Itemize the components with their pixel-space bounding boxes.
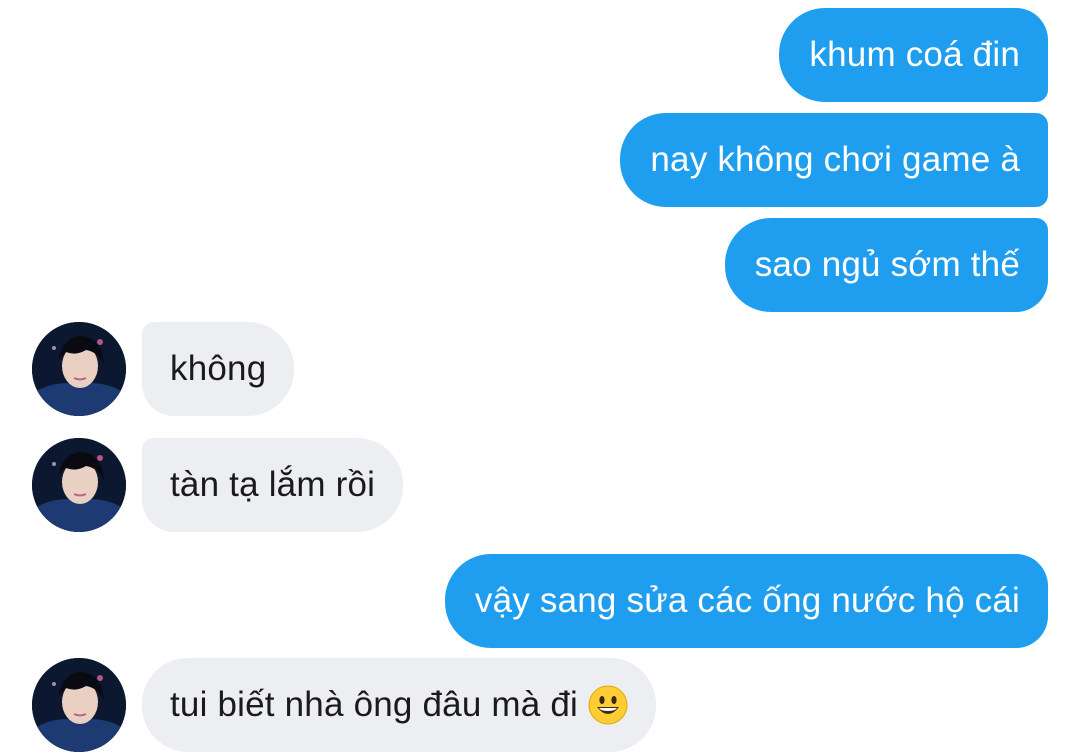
incoming-message[interactable]: tui biết nhà ông đâu mà đi <box>142 658 656 752</box>
contact-avatar[interactable] <box>32 658 126 752</box>
message-text: không <box>170 349 267 388</box>
outgoing-message[interactable]: sao ngủ sớm thế <box>724 218 1048 312</box>
message-text: sao ngủ sớm thế <box>754 245 1020 284</box>
message-text: tui biết nhà ông đâu mà đi <box>170 685 578 724</box>
incoming-message[interactable]: tàn tạ lắm rồi <box>142 438 404 532</box>
message-text: khum coá đin <box>809 35 1020 74</box>
grinning-face-emoji-icon <box>588 685 628 725</box>
contact-avatar[interactable] <box>32 322 126 416</box>
outgoing-message[interactable]: vậy sang sửa các ống nước hộ cái <box>444 554 1048 648</box>
message-text: tàn tạ lắm rồi <box>170 465 376 504</box>
message-text: vậy sang sửa các ống nước hộ cái <box>474 581 1020 620</box>
outgoing-message[interactable]: khum coá đin <box>779 8 1048 102</box>
outgoing-message[interactable]: nay không chơi game à <box>620 113 1048 207</box>
contact-avatar[interactable] <box>32 438 126 532</box>
message-text: nay không chơi game à <box>650 140 1020 179</box>
incoming-message[interactable]: không <box>142 322 295 416</box>
